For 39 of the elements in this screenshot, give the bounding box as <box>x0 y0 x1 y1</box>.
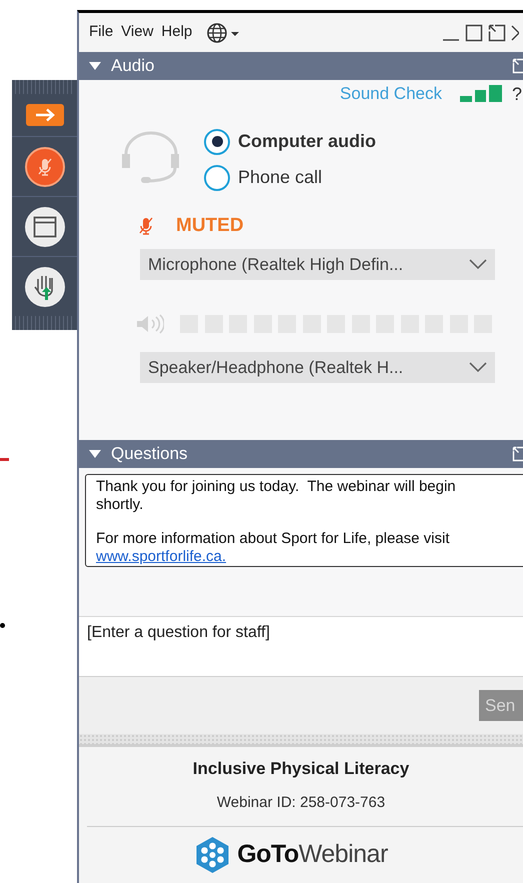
webinar-title: Inclusive Physical Literacy <box>192 758 410 780</box>
arrow-right-icon <box>34 108 56 122</box>
speaker-icon <box>136 314 164 334</box>
close-icon[interactable] <box>511 24 519 42</box>
chevron-down-icon <box>469 259 487 270</box>
mute-status: MUTED <box>176 214 244 238</box>
microphone-button[interactable] <box>24 146 64 186</box>
grip-handle[interactable] <box>15 316 74 330</box>
forward-button[interactable] <box>26 104 64 126</box>
website-link[interactable]: www.sportforlife.ca. <box>96 548 226 565</box>
webinar-id: Webinar ID: 258-073-763 <box>216 792 386 812</box>
menu-item[interactable]: View <box>121 21 154 44</box>
menu-item[interactable]: File <box>89 21 114 44</box>
window-button[interactable] <box>24 206 64 246</box>
dash-mark <box>0 458 9 461</box>
speaker-dropdown[interactable]: Speaker/Headphone (Realtek H... <box>140 352 495 383</box>
collapse-triangle-icon[interactable] <box>89 450 101 458</box>
radio-option[interactable]: Computer audio <box>204 128 376 155</box>
window-icon <box>32 216 56 238</box>
menu-item[interactable]: Help <box>161 21 192 44</box>
raise-hand-button[interactable] <box>24 266 64 306</box>
maximize-icon[interactable] <box>465 24 483 42</box>
collapse-triangle-icon[interactable] <box>89 62 101 70</box>
question-input-field[interactable]: [Enter a question for staff] <box>79 616 523 676</box>
popout-icon[interactable] <box>488 24 506 42</box>
chevron-down-icon <box>469 362 487 373</box>
grip-handle[interactable] <box>15 80 74 94</box>
questions-panel-header[interactable]: Questions <box>79 440 523 468</box>
message-text: For more information about Sport for Life, please visit www.sportforlife.ca. <box>96 530 450 566</box>
panel-title: Questions <box>111 443 188 466</box>
signal-bars-icon <box>460 85 502 103</box>
radio-option[interactable]: Phone call <box>204 164 376 191</box>
audio-panel-header[interactable]: Audio <box>79 52 523 80</box>
headset-icon <box>121 130 181 184</box>
message-text: Thank you for joining us today. The webinar will begin shortly. <box>96 478 457 514</box>
microphone-dropdown[interactable]: Microphone (Realtek High Defin... <box>140 249 495 280</box>
panel-title: Audio <box>111 55 154 78</box>
gotowebinar-logo: GoToWebinar <box>194 836 388 874</box>
help-icon[interactable]: ? <box>512 80 522 108</box>
